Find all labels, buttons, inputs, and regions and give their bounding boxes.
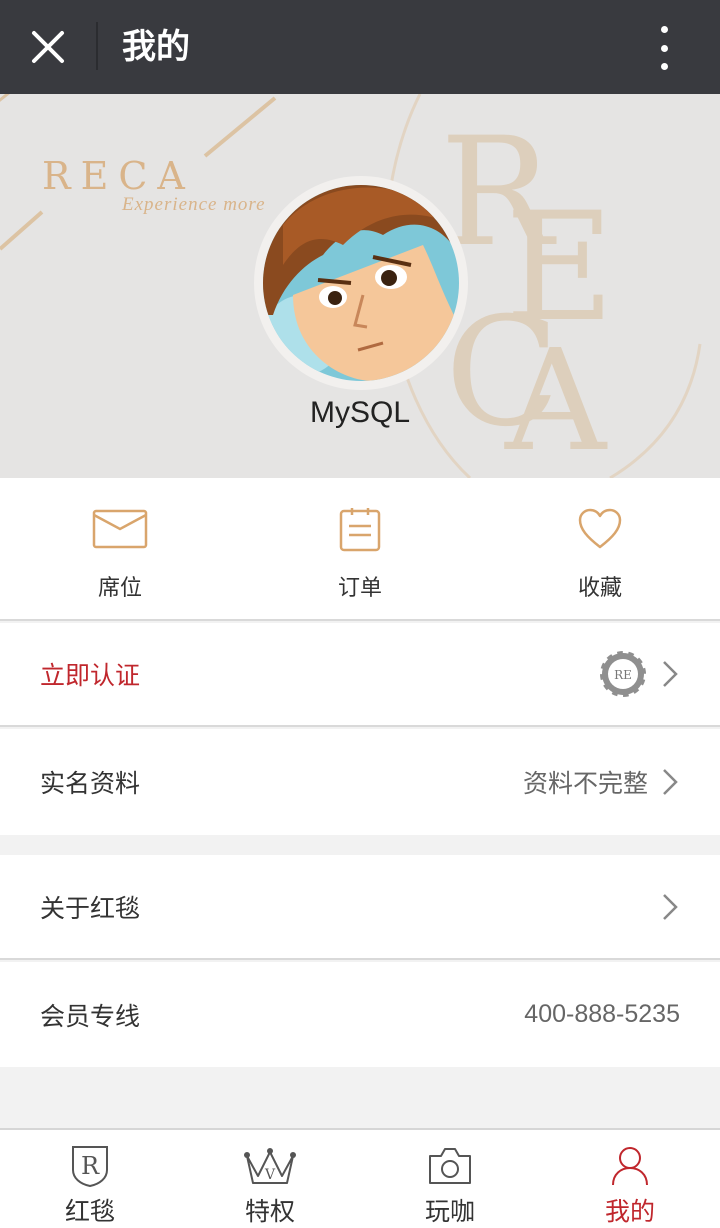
quick-action-orders[interactable]: 订单	[240, 478, 480, 619]
heart-icon	[578, 508, 622, 549]
verify-row[interactable]: 立即认证 RE	[0, 623, 720, 727]
svg-text:RE: RE	[614, 668, 632, 682]
about-label: 关于红毯	[40, 893, 141, 923]
realname-status: 资料不完整	[522, 769, 648, 798]
hotline-row[interactable]: 会员专线 400-888-5235	[0, 962, 720, 1067]
hotline-number[interactable]: 400-888-5235	[524, 1000, 680, 1029]
quick-action-label: 订单	[337, 576, 382, 601]
topbar-divider	[96, 22, 98, 70]
tab-label: 我的	[604, 1197, 655, 1226]
brand-tagline: Experience more	[122, 194, 266, 215]
tab-label: 玩咖	[424, 1197, 475, 1226]
bottom-tab-bar: R 红毯 V 特权 玩咖 我的	[0, 1128, 720, 1228]
camera-icon	[429, 1148, 471, 1184]
avatar-frame[interactable]	[254, 176, 468, 390]
tab-home[interactable]: R 红毯	[0, 1130, 180, 1228]
quick-action-favorites[interactable]: 收藏	[480, 478, 720, 619]
top-bar: 我的	[0, 0, 720, 94]
brand-logo-text: RECA	[42, 154, 195, 198]
more-button[interactable]	[648, 26, 680, 70]
tab-label: 特权	[244, 1197, 295, 1226]
realname-label: 实名资料	[40, 769, 141, 798]
svg-text:V: V	[264, 1167, 276, 1183]
more-vertical-icon	[660, 26, 668, 33]
about-row[interactable]: 关于红毯	[0, 855, 720, 960]
chevron-right-icon	[663, 769, 678, 795]
hotline-label: 会员专线	[40, 1001, 141, 1031]
quick-action-label: 席位	[97, 576, 142, 601]
reca-shield-icon: R	[72, 1146, 108, 1188]
username: MySQL	[309, 396, 411, 429]
close-button[interactable]	[22, 22, 74, 72]
envelope-icon	[92, 509, 148, 549]
realname-row[interactable]: 实名资料 资料不完整	[0, 729, 720, 835]
avatar[interactable]	[263, 185, 459, 381]
tab-privileges[interactable]: V 特权	[180, 1130, 360, 1228]
user-icon	[612, 1147, 648, 1186]
page-title: 我的	[122, 27, 190, 67]
tab-social[interactable]: 玩咖	[360, 1130, 540, 1228]
tab-label: 红毯	[64, 1197, 115, 1226]
crown-icon: V	[244, 1148, 296, 1184]
close-icon	[32, 31, 64, 63]
chevron-right-icon	[663, 893, 678, 920]
chevron-right-icon	[663, 661, 678, 687]
verify-label: 立即认证	[40, 661, 141, 690]
reca-badge-icon: RE	[598, 649, 648, 699]
tab-mine[interactable]: 我的	[540, 1130, 720, 1228]
quick-actions: 席位 订单 收藏	[0, 478, 720, 621]
order-list-icon	[339, 508, 381, 552]
svg-text:R: R	[81, 1152, 100, 1180]
quick-action-seats[interactable]: 席位	[0, 478, 240, 619]
profile-banner: R E C A RECA Experience more MySQL	[0, 94, 720, 478]
quick-action-label: 收藏	[577, 576, 622, 601]
